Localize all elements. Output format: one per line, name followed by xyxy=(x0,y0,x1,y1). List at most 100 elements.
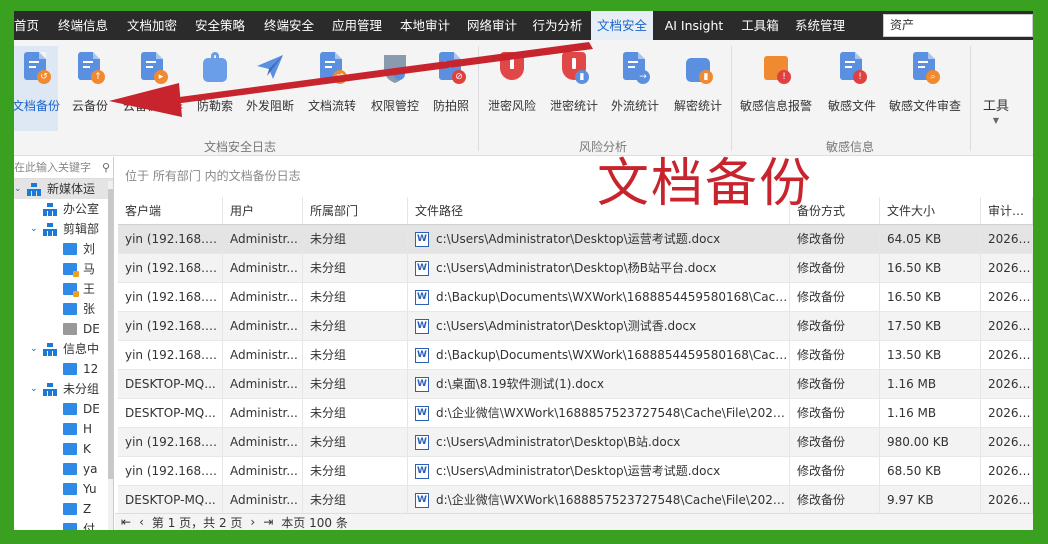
tree-node[interactable]: Z xyxy=(14,499,113,519)
ribbon-button-doc-2[interactable]: ▸ 云备份操作 xyxy=(122,46,184,131)
status-badge: ! xyxy=(853,70,867,84)
nav-tab-1[interactable]: 终端信息 xyxy=(53,11,113,40)
ribbon-button-doc-6[interactable]: 权限管控 xyxy=(369,46,421,131)
table-row[interactable]: yin (192.168.3.... Administr... 未分组 Wc:\Use… xyxy=(118,457,1033,486)
tree-node[interactable]: K xyxy=(14,439,113,459)
file-path-text: c:\Users\Administrator\Desktop\运营考试题.doc… xyxy=(436,231,721,246)
tree-node[interactable]: 付 xyxy=(14,519,113,530)
column-header[interactable]: 用户 xyxy=(223,197,303,224)
tree-scrollbar-thumb[interactable] xyxy=(108,189,113,479)
tree-node[interactable]: DE xyxy=(14,399,113,419)
table-cell: 未分组 xyxy=(303,312,408,340)
chevron-down-icon[interactable]: ⌄ xyxy=(30,339,38,359)
nav-tab-8[interactable]: 行为分析 xyxy=(529,11,586,40)
tree-node[interactable]: DE xyxy=(14,319,113,339)
first-page-icon[interactable]: ⇤ xyxy=(121,515,131,529)
tools-dropdown[interactable]: 工具 ▼ xyxy=(978,95,1014,135)
table-cell: 修改备份 xyxy=(790,428,880,456)
table-cell: 未分组 xyxy=(303,370,408,398)
nav-tab-7[interactable]: 网络审计 xyxy=(462,11,522,40)
anti-ransom-icon xyxy=(200,52,230,86)
tree-search-input[interactable]: 在此输入关键字 ⚲ xyxy=(14,157,113,179)
tree-node[interactable]: Yu xyxy=(14,479,113,499)
prev-page-icon[interactable]: ‹ xyxy=(139,515,144,529)
table-row[interactable]: yin (192.168.3.... Administr... 未分组 Wc:\Use… xyxy=(118,254,1033,283)
table-row[interactable]: DESKTOP-MQ... Administr... 未分组 Wd:\桌面\8.19软… xyxy=(118,370,1033,399)
nav-tab-0[interactable]: 首页 xyxy=(14,11,39,40)
ribbon-button-label: 外发阻断 xyxy=(245,99,294,113)
tree-search-placeholder: 在此输入关键字 xyxy=(14,161,91,174)
table-row[interactable]: yin (192.168.3.... Administr... 未分组 Wc:\Use… xyxy=(118,428,1033,457)
column-header[interactable]: 客户端 xyxy=(118,197,223,224)
column-header[interactable]: 审计时间 xyxy=(981,197,1033,224)
last-page-icon[interactable]: ⇥ xyxy=(263,515,273,529)
ribbon-button-risk-3[interactable]: ▮ 解密统计 xyxy=(670,46,726,131)
tree-scrollbar[interactable] xyxy=(108,181,113,530)
tree-node[interactable]: ⌄ 信息中 xyxy=(14,339,113,359)
ribbon-button-doc-0[interactable]: ↺ 文档备份 xyxy=(14,46,60,131)
table-row[interactable]: yin (192.168.3.... Administr... 未分组 Wd:\Bac… xyxy=(118,283,1033,312)
tree-node[interactable]: H xyxy=(14,419,113,439)
chevron-down-icon[interactable]: ⌄ xyxy=(14,179,22,199)
paper-plane-shape xyxy=(257,55,283,79)
tree-node[interactable]: 12 xyxy=(14,359,113,379)
chevron-down-icon[interactable]: ⌄ xyxy=(30,379,38,399)
table-cell: 2026-08 xyxy=(981,399,1033,427)
ribbon-button-risk-0[interactable]: 泄密风险 xyxy=(484,46,540,131)
computer-icon xyxy=(63,483,77,495)
tree-node[interactable]: 刘 xyxy=(14,239,113,259)
ribbon-button-doc-7[interactable]: ⊘ 防拍照 xyxy=(430,46,472,131)
chevron-down-icon[interactable]: ⌄ xyxy=(30,219,38,239)
nav-tab-6[interactable]: 本地审计 xyxy=(395,11,455,40)
table-cell: 修改备份 xyxy=(790,341,880,369)
table-row[interactable]: yin (192.168.3.... Administr... 未分组 Wc:\Use… xyxy=(118,225,1033,254)
next-page-icon[interactable]: › xyxy=(250,515,255,529)
nav-tab-4[interactable]: 终端安全 xyxy=(259,11,319,40)
table-cell: 修改备份 xyxy=(790,312,880,340)
column-header[interactable]: 文件大小 xyxy=(880,197,981,224)
tree-node[interactable]: 张 xyxy=(14,299,113,319)
computer-icon xyxy=(63,403,77,415)
ribbon-button-doc-1[interactable]: ↑ 云备份 xyxy=(70,46,110,131)
nav-tab-5[interactable]: 应用管理 xyxy=(327,11,387,40)
search-icon[interactable]: ⚲ xyxy=(102,157,110,179)
nav-tab-9[interactable]: 文档安全 xyxy=(591,11,653,40)
table-row[interactable]: yin (192.168.3.... Administr... 未分组 Wc:\Use… xyxy=(118,312,1033,341)
asset-search-input[interactable]: 资产 xyxy=(883,14,1033,37)
table-cell: 16.50 KB xyxy=(880,254,981,282)
ribbon-button-sensitive-1[interactable]: ! 敏感文件 xyxy=(823,46,881,131)
tree-node[interactable]: ⌄ 剪辑部 xyxy=(14,219,113,239)
table-cell: 2026-08 xyxy=(981,312,1033,340)
nav-tab-11[interactable]: 工具箱 xyxy=(736,11,784,40)
tree-node-label: DE xyxy=(83,322,100,336)
send-block-icon xyxy=(255,52,285,86)
tree-node[interactable]: 办公室 xyxy=(14,199,113,219)
tree-node-label: 新媒体运 xyxy=(47,182,96,196)
status-badge: ⇄ xyxy=(333,70,347,84)
status-badge: ↑ xyxy=(91,70,105,84)
ribbon-button-doc-5[interactable]: ⇄ 文档流转 xyxy=(307,46,357,131)
table-row[interactable]: yin (192.168.3.... Administr... 未分组 Wd:\Bac… xyxy=(118,341,1033,370)
ribbon-button-risk-1[interactable]: ▮ 泄密统计 xyxy=(546,46,602,131)
tree-node[interactable]: 王 xyxy=(14,279,113,299)
ribbon-button-sensitive-2[interactable]: ⌕ 敏感文件审查 xyxy=(886,46,964,131)
nav-tab-2[interactable]: 文档加密 xyxy=(122,11,182,40)
ribbon-button-risk-2[interactable]: → 外流统计 xyxy=(607,46,663,131)
tree-node[interactable]: 马 xyxy=(14,259,113,279)
nav-tab-10[interactable]: AI Insight xyxy=(659,11,729,40)
ribbon-button-doc-3[interactable]: 防勒索 xyxy=(194,46,236,131)
tree-node[interactable]: ya xyxy=(14,459,113,479)
document-flow-icon: ⇄ xyxy=(317,52,347,86)
computer-icon xyxy=(63,523,77,530)
file-path-cell: Wc:\Users\Administrator\Desktop\B站.docx xyxy=(408,428,790,456)
tree-node[interactable]: ⌄ 未分组 xyxy=(14,379,113,399)
ribbon-button-sensitive-0[interactable]: ! 敏感信息报警 xyxy=(737,46,815,131)
table-cell: yin (192.168.3.... xyxy=(118,428,223,456)
ribbon-button-doc-4[interactable]: 外发阻断 xyxy=(245,46,295,131)
column-header[interactable]: 所属部门 xyxy=(303,197,408,224)
table-row[interactable]: DESKTOP-MQ... Administr... 未分组 Wd:\企业微信\WXW… xyxy=(118,399,1033,428)
nav-tab-3[interactable]: 安全策略 xyxy=(190,11,250,40)
nav-tab-12[interactable]: 系统管理 xyxy=(791,11,849,40)
table-row[interactable]: DESKTOP-MQ... Administr... 未分组 Wd:\企业微信\WXW… xyxy=(118,486,1033,515)
tree-node[interactable]: ⌄ 新媒体运 xyxy=(14,179,113,199)
